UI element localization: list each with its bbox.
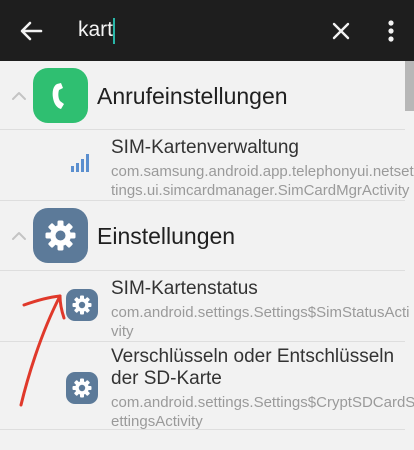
chevron-up-icon[interactable] xyxy=(10,227,28,245)
signal-bars-icon xyxy=(71,154,89,172)
item-subtitle-line: vity xyxy=(111,323,134,340)
group-title: Einstellungen xyxy=(97,223,236,249)
chevron-up-icon[interactable] xyxy=(10,87,28,105)
phone-icon xyxy=(33,68,88,123)
gear-icon xyxy=(66,289,98,321)
gear-icon xyxy=(33,208,88,263)
list-item-sd-karte-verschluesseln[interactable]: Verschlüsseln oder Entschlüsseln der SD-… xyxy=(0,342,414,438)
item-title: SIM-Kartenverwaltung xyxy=(111,137,299,158)
item-title-line: der SD-Karte xyxy=(111,368,222,389)
scrollbar[interactable] xyxy=(405,61,414,111)
list-item-sim-kartenverwaltung[interactable]: SIM-Kartenverwaltung com.samsung.android… xyxy=(0,130,414,200)
divider xyxy=(0,429,405,430)
gear-icon xyxy=(66,372,98,404)
item-subtitle-line: com.samsung.android.app.telephonyui.nets… xyxy=(111,163,414,180)
back-arrow-icon[interactable] xyxy=(14,14,48,48)
text-cursor xyxy=(113,18,115,44)
group-title: Anrufeinstellungen xyxy=(97,83,288,109)
group-header-anrufeinstellungen[interactable]: Anrufeinstellungen xyxy=(0,61,405,130)
item-title-line: Verschlüsseln oder Entschlüsseln xyxy=(111,346,395,367)
group-header-einstellungen[interactable]: Einstellungen xyxy=(0,201,405,270)
item-subtitle-line: tings.ui.simcardmanager.SimCardMgrActivi… xyxy=(111,182,410,199)
more-options-icon[interactable] xyxy=(379,15,403,47)
item-subtitle-line: com.android.settings.Settings$SimStatusA… xyxy=(111,304,410,321)
search-toolbar: kart xyxy=(0,0,414,61)
item-title: SIM-Kartenstatus xyxy=(111,278,258,299)
search-input[interactable]: kart xyxy=(78,16,113,44)
results-list[interactable]: Anrufeinstellungen SIM-Kartenverwaltung … xyxy=(0,61,414,450)
item-subtitle-line: com.android.settings.Settings$CryptSDCar… xyxy=(111,394,414,411)
list-item-sim-kartenstatus[interactable]: SIM-Kartenstatus com.android.settings.Se… xyxy=(0,271,409,341)
close-icon[interactable] xyxy=(326,16,356,46)
